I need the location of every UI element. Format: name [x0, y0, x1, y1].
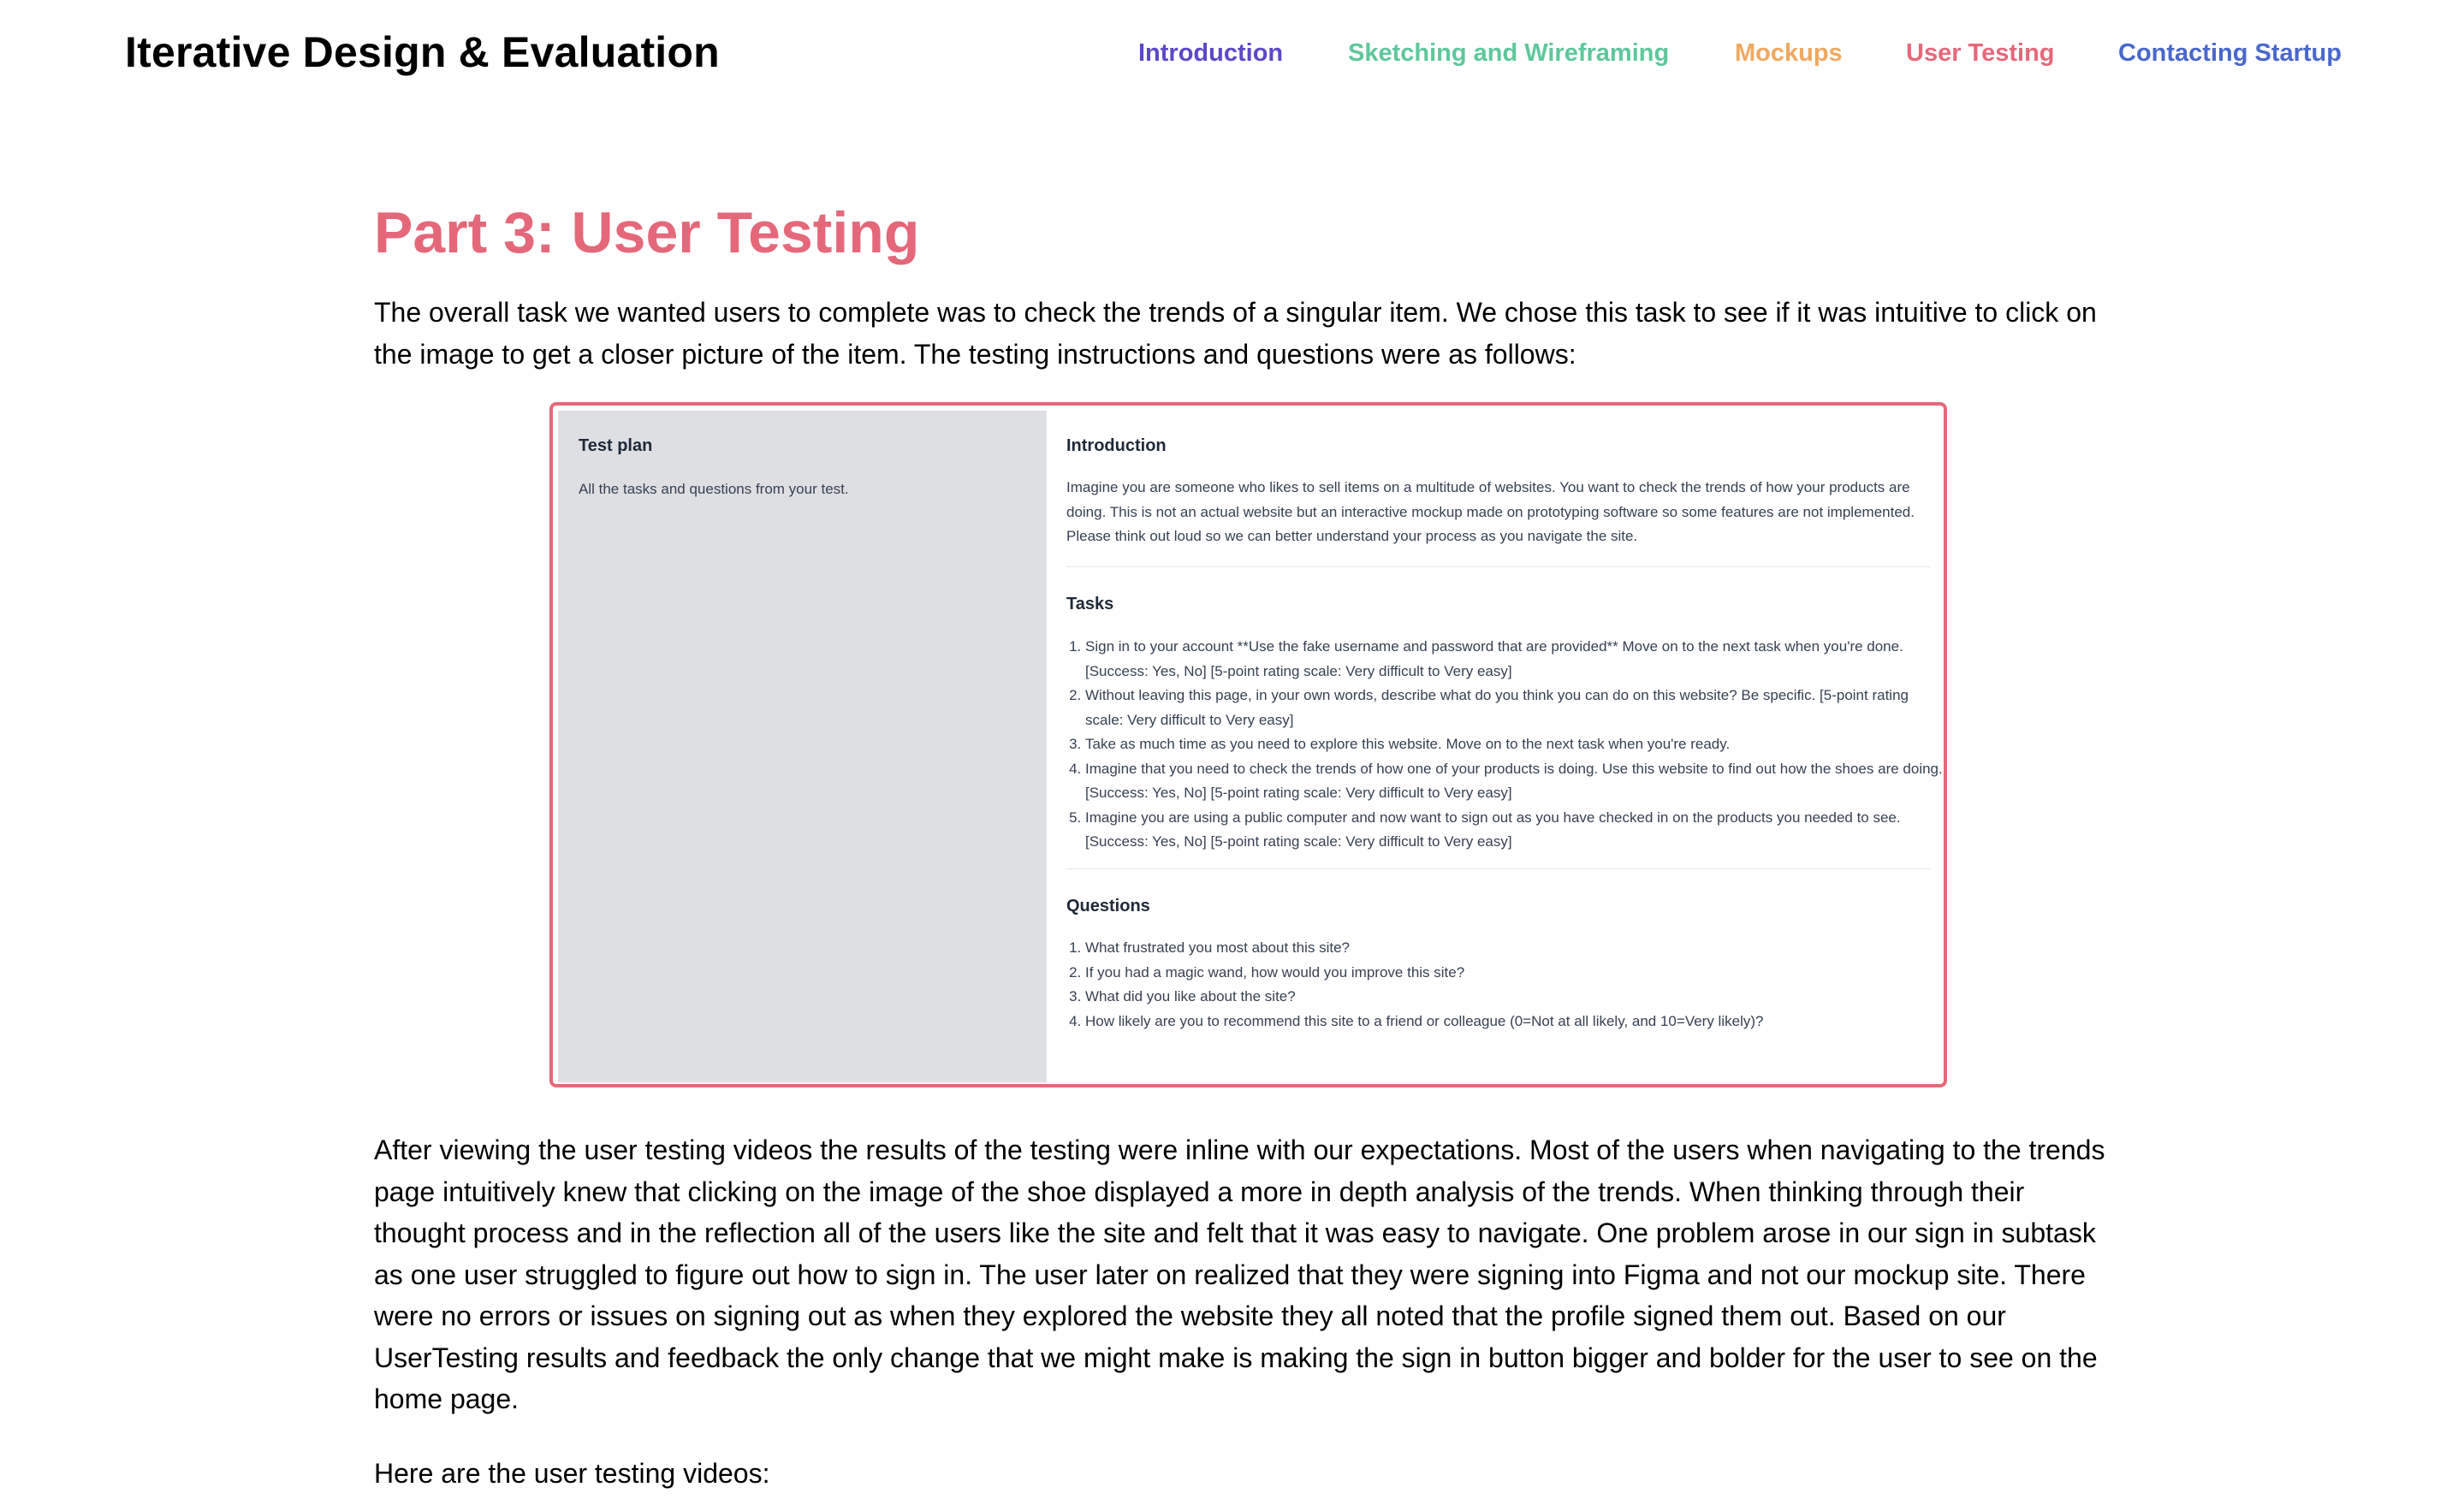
- question-item: If you had a magic wand, how would you i…: [1085, 961, 1944, 986]
- task-item: Take as much time as you need to explore…: [1085, 732, 1944, 757]
- divider: [1066, 566, 1931, 567]
- top-nav: Introduction Sketching and Wireframing M…: [0, 39, 2464, 74]
- tasks-list: Sign in to your account **Use the fake u…: [1066, 635, 1944, 855]
- page-title: Part 3: User Testing: [374, 200, 920, 265]
- test-plan-heading: Test plan: [579, 436, 653, 455]
- nav-user-testing[interactable]: User Testing: [1906, 39, 2055, 68]
- nav-introduction[interactable]: Introduction: [1138, 39, 1283, 68]
- main-content: Part 3: User Testing The overall task we…: [374, 197, 2120, 1489]
- introduction-text: Imagine you are someone who likes to sel…: [1066, 479, 1915, 544]
- tasks-heading: Tasks: [1066, 595, 1114, 613]
- question-item: What did you like about the site?: [1085, 985, 1944, 1010]
- site-header: Iterative Design & Evaluation Introducti…: [0, 0, 2464, 111]
- test-plan-image: Test plan All the tasks and questions fr…: [549, 402, 1947, 1087]
- test-plan-sidebar: Test plan All the tasks and questions fr…: [558, 411, 1047, 1082]
- questions-heading: Questions: [1066, 897, 1150, 915]
- task-item: Sign in to your account **Use the fake u…: [1085, 635, 1944, 684]
- introduction-heading: Introduction: [1066, 436, 1167, 455]
- intro-paragraph: The overall task we wanted users to comp…: [374, 297, 2097, 370]
- videos-intro-paragraph: Here are the user testing videos:: [374, 1458, 770, 1489]
- divider: [1066, 868, 1931, 869]
- nav-mockups[interactable]: Mockups: [1735, 39, 1843, 68]
- results-paragraph: After viewing the user testing videos th…: [374, 1135, 2105, 1414]
- questions-list: What frustrated you most about this site…: [1066, 936, 1944, 1034]
- test-plan-description: All the tasks and questions from your te…: [579, 481, 849, 497]
- test-plan-details: Introduction Imagine you are someone who…: [1066, 411, 1943, 1082]
- question-item: What frustrated you most about this site…: [1085, 936, 1944, 961]
- question-item: How likely are you to recommend this sit…: [1085, 1010, 1944, 1034]
- nav-sketching-wireframing[interactable]: Sketching and Wireframing: [1348, 39, 1669, 68]
- task-item: Imagine you are using a public computer …: [1085, 806, 1944, 855]
- nav-contacting-startup[interactable]: Contacting Startup: [2118, 39, 2342, 68]
- task-item: Imagine that you need to check the trend…: [1085, 757, 1944, 806]
- task-item: Without leaving this page, in your own w…: [1085, 684, 1944, 732]
